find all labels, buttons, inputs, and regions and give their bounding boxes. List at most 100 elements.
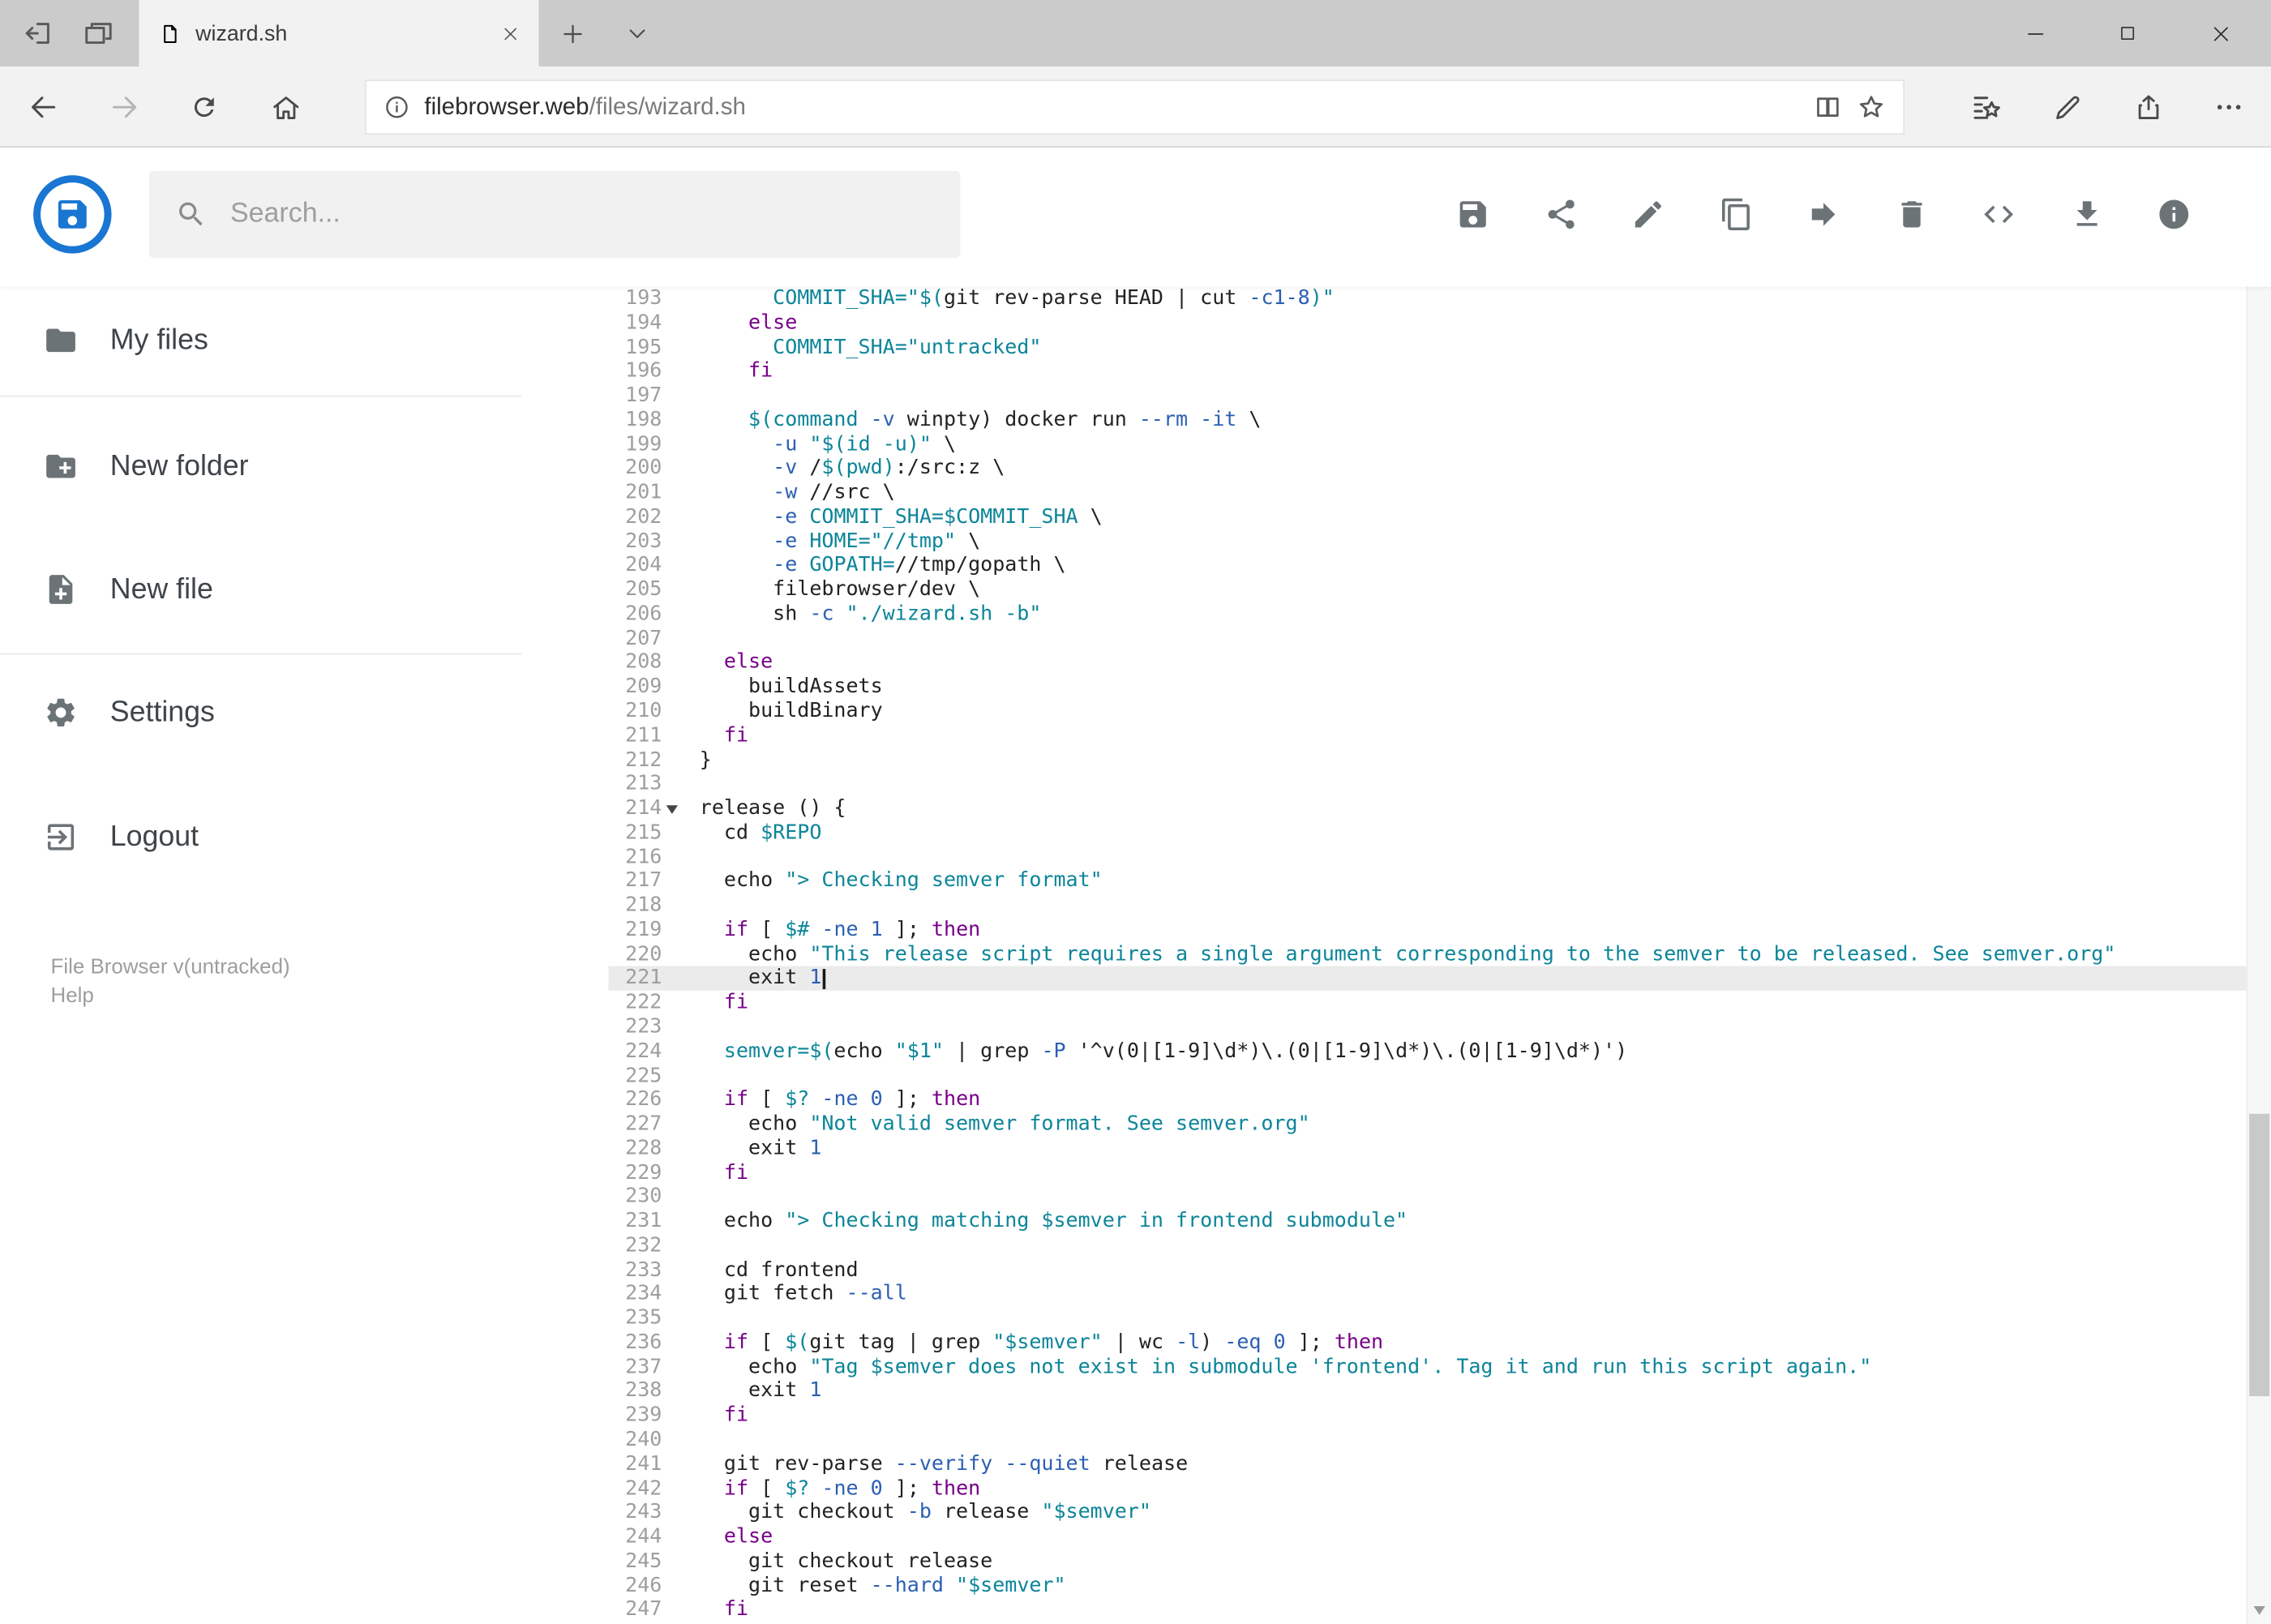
code-line-230[interactable]: 230 [608,1185,2246,1210]
code-line-207[interactable]: 207 [608,627,2246,651]
code-line-212[interactable]: 212} [608,748,2246,773]
code-line-215[interactable]: 215 cd $REPO [608,821,2246,846]
code-line-235[interactable]: 235 [608,1307,2246,1331]
code-line-211[interactable]: 211 fi [608,724,2246,748]
code-line-240[interactable]: 240 [608,1428,2246,1452]
code-line-204[interactable]: 204 -e GOPATH=//tmp/gopath \ [608,554,2246,578]
code-line-206[interactable]: 206 sh -c "./wizard.sh -b" [608,602,2246,627]
code-line-195[interactable]: 195 COMMIT_SHA="untracked" [608,336,2246,360]
save-button[interactable] [1455,197,1490,232]
code-line-208[interactable]: 208 else [608,651,2246,675]
code-line-194[interactable]: 194 else [608,311,2246,336]
download-button[interactable] [2069,197,2104,232]
sidebar-item-new-folder[interactable]: New folder [0,426,608,507]
home-button[interactable] [256,78,314,135]
code-line-213[interactable]: 213 [608,773,2246,797]
code-line-233[interactable]: 233 cd frontend [608,1258,2246,1283]
back-button[interactable] [15,78,72,135]
new-tab-button[interactable] [555,16,589,51]
refresh-button[interactable] [175,78,233,135]
raw-editor-button[interactable] [1982,197,2016,232]
code-line-193[interactable]: 193 COMMIT_SHA="$(git rev-parse HEAD | c… [608,287,2246,311]
code-line-200[interactable]: 200 -v /$(pwd):/src:z \ [608,456,2246,481]
code-line-217[interactable]: 217 echo "> Checking semver format" [608,869,2246,893]
code-line-221[interactable]: 221 exit 1 [608,966,2247,992]
code-line-246[interactable]: 246 git reset --hard "$semver" [608,1574,2246,1598]
tab-close-icon[interactable] [503,25,519,41]
address-bar[interactable]: filebrowser.web/files/wizard.sh [365,79,1905,135]
hub-favorites-icon[interactable] [1960,84,2012,131]
scrollbar-down-arrow-icon[interactable] [2253,1606,2265,1615]
code-editor[interactable]: 193 COMMIT_SHA="$(git rev-parse HEAD | c… [608,286,2247,1624]
code-line-244[interactable]: 244 else [608,1525,2246,1549]
code-line-225[interactable]: 225 [608,1064,2246,1088]
web-note-pen-icon[interactable] [2041,84,2093,131]
code-line-197[interactable]: 197 [608,384,2246,408]
sidebar-item-my-files[interactable]: My files [0,300,608,381]
window-minimize-button[interactable] [1989,0,2081,66]
code-line-224[interactable]: 224 semver=$(echo "$1" | grep -P '^v(0|[… [608,1039,2246,1064]
tab-list-chevron-icon[interactable] [620,17,655,49]
page-info-icon[interactable] [383,94,409,120]
code-line-242[interactable]: 242 if [ $? -ne 0 ]; then [608,1476,2246,1501]
scrollbar-thumb[interactable] [2249,1113,2270,1397]
sidebar-item-new-file[interactable]: New file [0,549,608,630]
code-line-238[interactable]: 238 exit 1 [608,1379,2246,1403]
code-line-241[interactable]: 241 git rev-parse --verify --quiet relea… [608,1452,2246,1476]
line-number: 219 [625,918,662,941]
code-line-226[interactable]: 226 if [ $? -ne 0 ]; then [608,1088,2246,1112]
code-line-220[interactable]: 220 echo "This release script requires a… [608,942,2246,966]
code-line-231[interactable]: 231 echo "> Checking matching $semver in… [608,1210,2246,1234]
code-line-214[interactable]: 214 release () { [608,797,2246,821]
code-line-198[interactable]: 198 $(command -v winpty) docker run --rm… [608,408,2246,432]
code-line-236[interactable]: 236 if [ $(git tag | grep "$semver" | wc… [608,1331,2246,1356]
code-line-216[interactable]: 216 [608,846,2246,870]
info-button[interactable] [2157,197,2192,232]
code-line-243[interactable]: 243 git checkout -b release "$semver" [608,1501,2246,1525]
code-line-237[interactable]: 237 echo "Tag $semver does not exist in … [608,1355,2246,1379]
code-line-234[interactable]: 234 git fetch --all [608,1283,2246,1307]
code-line-203[interactable]: 203 -e HOME="//tmp" \ [608,529,2246,554]
filebrowser-logo[interactable] [33,175,112,254]
rename-button[interactable] [1630,197,1665,232]
code-line-222[interactable]: 222 fi [608,991,2246,1015]
code-line-218[interactable]: 218 [608,893,2246,918]
delete-button[interactable] [1894,197,1929,232]
tab-preview-icon[interactable] [81,16,116,51]
set-tabs-aside-icon[interactable] [19,16,54,51]
code-line-199[interactable]: 199 -u "$(id -u)" \ [608,432,2246,456]
code-line-229[interactable]: 229 fi [608,1161,2246,1185]
favorite-star-icon[interactable] [1857,92,1886,122]
forward-button[interactable] [96,78,153,135]
code-line-228[interactable]: 228 exit 1 [608,1137,2246,1161]
share-button[interactable] [1543,197,1578,232]
code-line-247[interactable]: 247 fi [608,1598,2246,1622]
share-page-icon[interactable] [2122,84,2174,131]
code-line-201[interactable]: 201 -w //src \ [608,481,2246,505]
sidebar-item-logout[interactable]: Logout [0,796,608,877]
code-line-227[interactable]: 227 echo "Not valid semver format. See s… [608,1112,2246,1137]
search-box[interactable] [148,170,961,258]
code-line-219[interactable]: 219 if [ $# -ne 1 ]; then [608,918,2246,942]
code-line-196[interactable]: 196 fi [608,360,2246,384]
code-line-223[interactable]: 223 [608,1015,2246,1039]
window-close-button[interactable] [2174,0,2266,66]
fold-marker-icon[interactable] [666,805,679,815]
copy-button[interactable] [1719,197,1754,232]
code-line-210[interactable]: 210 buildBinary [608,700,2246,724]
page-scrollbar[interactable] [2246,148,2271,1624]
move-button[interactable] [1806,197,1841,232]
browser-tab[interactable]: wizard.sh [139,0,539,67]
help-link[interactable]: Help [51,982,290,1011]
code-line-239[interactable]: 239 fi [608,1403,2246,1428]
code-line-209[interactable]: 209 buildAssets [608,675,2246,700]
code-line-232[interactable]: 232 [608,1234,2246,1258]
search-input[interactable] [227,196,935,232]
code-line-245[interactable]: 245 git checkout release [608,1549,2246,1574]
code-line-205[interactable]: 205 filebrowser/dev \ [608,578,2246,602]
more-options-icon[interactable] [2203,84,2255,131]
reading-view-icon[interactable] [1814,92,1843,122]
sidebar-item-settings[interactable]: Settings [0,672,608,753]
code-line-202[interactable]: 202 -e COMMIT_SHA=$COMMIT_SHA \ [608,505,2246,529]
window-maximize-button[interactable] [2081,0,2174,66]
